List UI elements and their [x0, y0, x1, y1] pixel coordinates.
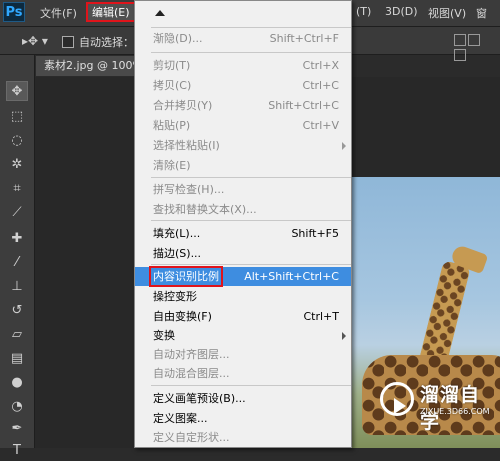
clone-stamp-tool-icon[interactable]: ⊥ — [6, 277, 28, 297]
healing-brush-tool-icon[interactable]: ✚ — [6, 229, 28, 249]
lasso-tool-icon[interactable]: ◌ — [6, 131, 28, 151]
menu-view[interactable]: 视图(V) — [428, 5, 466, 21]
play-icon — [380, 382, 414, 416]
align-icons[interactable] — [454, 34, 492, 61]
menu-edit[interactable]: 编辑(E) — [86, 2, 136, 22]
menu-item-puppet-warp[interactable]: 操控变形 — [135, 287, 351, 306]
menu-file[interactable]: 文件(F) — [40, 5, 77, 21]
dodge-tool-icon[interactable]: ◔ — [6, 397, 28, 417]
watermark-subtext: ZIXUE.3D66.COM — [420, 407, 490, 416]
menu-item-define-brush[interactable]: 定义画笔预设(B)... — [135, 389, 351, 408]
watermark-logo: 溜溜自学 ZIXUE.3D66.COM — [380, 378, 498, 433]
menu-3d-prefix[interactable]: (T) — [356, 5, 371, 18]
menu-window[interactable]: 窗 — [476, 5, 487, 21]
menu-item-paste-special[interactable]: 选择性粘贴(I) — [135, 136, 351, 155]
move-tool-preset[interactable]: ▸✥ ▾ — [22, 34, 48, 48]
photoshop-logo: Ps — [3, 2, 25, 22]
blur-tool-icon[interactable]: ● — [6, 373, 28, 393]
magic-wand-tool-icon[interactable]: ✲ — [6, 155, 28, 175]
scroll-up-arrow-icon — [155, 10, 165, 16]
menu-item-content-aware-scale[interactable]: 内容识别比例 Alt+Shift+Ctrl+C — [135, 266, 351, 287]
menu-item-fade[interactable]: 渐隐(D)... Shift+Ctrl+F — [135, 29, 351, 48]
menu-item-copy[interactable]: 拷贝(C) Ctrl+C — [135, 76, 351, 95]
crop-tool-icon[interactable]: ⌗ — [6, 179, 28, 199]
gradient-tool-icon[interactable]: ▤ — [6, 349, 28, 369]
submenu-arrow-icon — [342, 332, 346, 340]
menu-item-copy-merged[interactable]: 合并拷贝(Y) Shift+Ctrl+C — [135, 96, 351, 115]
type-tool-icon[interactable]: T — [6, 441, 28, 461]
menu-item-fill[interactable]: 填充(L)... Shift+F5 — [135, 224, 351, 243]
menu-item-cut[interactable]: 剪切(T) Ctrl+X — [135, 56, 351, 75]
menu-item-auto-blend-layers[interactable]: 自动混合图层... — [135, 364, 351, 383]
eraser-tool-icon[interactable]: ▱ — [6, 325, 28, 345]
menu-item-check-spelling[interactable]: 拼写检查(H)... — [135, 180, 351, 199]
menu-item-free-transform[interactable]: 自由变换(F) Ctrl+T — [135, 307, 351, 326]
marquee-tool-icon[interactable]: ⬚ — [6, 107, 28, 127]
menu-scroll-up[interactable] — [135, 1, 351, 27]
submenu-arrow-icon — [342, 142, 346, 150]
document-tab[interactable]: 素材2.jpg @ 100% — [36, 56, 136, 76]
pen-tool-icon[interactable]: ✒ — [6, 419, 28, 439]
menu-item-define-custom-shape[interactable]: 定义自定形状... — [135, 428, 351, 447]
edit-menu-dropdown: 渐隐(D)... Shift+Ctrl+F 剪切(T) Ctrl+X 拷贝(C) Ct… — [134, 0, 352, 448]
menu-item-transform[interactable]: 变换 — [135, 326, 351, 345]
tools-panel: ✥ ⬚ ◌ ✲ ⌗ ⟋ ✚ ⁄ ⊥ ↺ ▱ ▤ ● ◔ ✒ T — [0, 55, 35, 458]
auto-select-label: 自动选择： — [79, 36, 134, 49]
menu-item-stroke[interactable]: 描边(S)... — [135, 244, 351, 263]
menu-item-auto-align-layers[interactable]: 自动对齐图层... — [135, 345, 351, 364]
eyedropper-tool-icon[interactable]: ⟋ — [6, 203, 28, 223]
menu-item-paste[interactable]: 粘贴(P) Ctrl+V — [135, 116, 351, 135]
history-brush-tool-icon[interactable]: ↺ — [6, 301, 28, 321]
menu-item-clear[interactable]: 清除(E) — [135, 156, 351, 175]
auto-select-checkbox[interactable] — [62, 36, 74, 48]
move-tool-icon[interactable]: ✥ — [6, 81, 28, 101]
menu-item-find-replace[interactable]: 查找和替换文本(X)... — [135, 200, 351, 219]
menu-3d[interactable]: 3D(D) — [385, 5, 418, 18]
menu-item-define-pattern[interactable]: 定义图案... — [135, 409, 351, 428]
brush-tool-icon[interactable]: ⁄ — [6, 253, 28, 273]
